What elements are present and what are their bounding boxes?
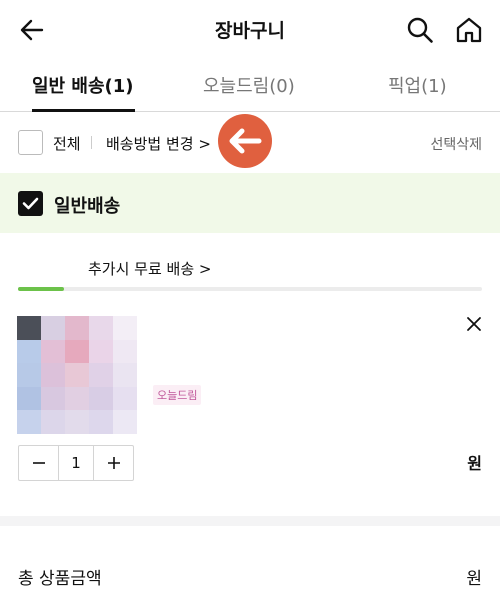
tab-today-dream[interactable]: 오늘드림(0) (203, 72, 295, 98)
quantity-value[interactable]: 1 (58, 446, 94, 480)
check-icon (22, 197, 39, 210)
total-label: 총 상품금액 (18, 569, 102, 589)
delete-selected-button[interactable]: 선택삭제 (430, 134, 482, 154)
product-price: 원 (467, 454, 482, 473)
minus-icon (32, 462, 45, 464)
select-all-checkbox[interactable] (18, 130, 43, 155)
tab-general-delivery[interactable]: 일반 배송(1) (32, 72, 133, 98)
home-icon[interactable] (454, 15, 484, 45)
change-shipping-method-link[interactable]: 배송방법 변경 > (106, 133, 211, 154)
quantity-stepper: 1 (18, 445, 134, 481)
product-image[interactable] (17, 316, 137, 434)
free-shipping-progress (18, 287, 482, 291)
free-shipping-link[interactable]: 추가시 무료 배송 > (88, 258, 211, 279)
select-all-label[interactable]: 전체 (53, 133, 81, 154)
delivery-chip: 오늘드림 (153, 385, 202, 405)
close-icon[interactable] (464, 314, 484, 334)
minus-button[interactable] (19, 446, 58, 480)
active-tab-indicator (32, 109, 135, 112)
section-divider (0, 516, 500, 526)
header: 장바구니 (0, 0, 500, 60)
free-shipping-progress-fill (18, 287, 65, 291)
total-price: 원 (466, 569, 482, 589)
section-checkbox[interactable] (18, 191, 43, 216)
tab-bar: 일반 배송(1) 오늘드림(0) 픽업(1) (0, 60, 500, 112)
section-label: 일반배송 (54, 196, 121, 217)
tab-pickup[interactable]: 픽업(1) (388, 72, 447, 98)
toolbar-divider (91, 136, 92, 149)
arrow-left-icon (229, 128, 262, 154)
search-icon[interactable] (406, 16, 434, 44)
arrow-badge (218, 114, 272, 168)
plus-icon (107, 457, 120, 469)
general-delivery-section: 일반배송 (0, 173, 500, 233)
plus-button[interactable] (94, 446, 133, 480)
